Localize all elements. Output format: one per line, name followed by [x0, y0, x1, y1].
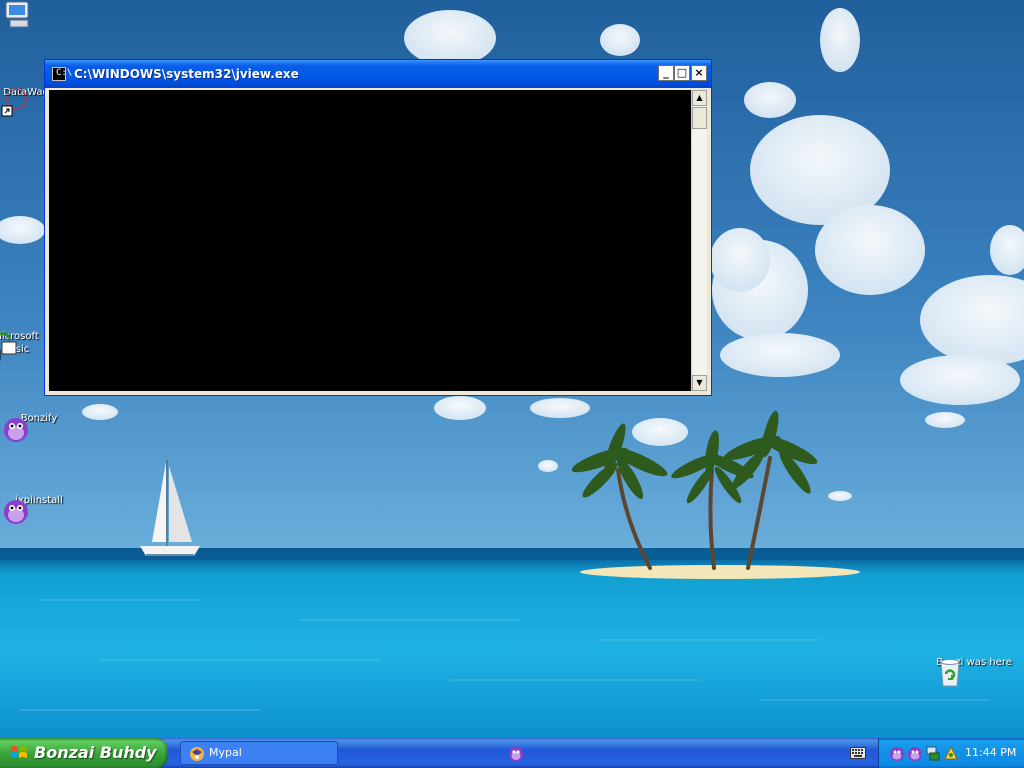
bonzi-gorilla-icon — [4, 500, 28, 524]
scroll-up-button[interactable]: ▲ — [692, 90, 707, 106]
taskbar-item-mypal[interactable]: Mypal — [180, 741, 338, 765]
scroll-thumb[interactable] — [692, 107, 707, 129]
desktop-icon-jxpiinstall[interactable]: jxpiinstall — [0, 494, 78, 524]
start-button[interactable]: Bonzai Buhdy — [0, 738, 168, 768]
console-window[interactable]: C:\ C:\WINDOWS\system32\jview.exe _ □ × … — [44, 59, 712, 396]
taskbar: Bonzai Buhdy Mypal 11:44 PM — [0, 738, 1024, 768]
my-computer-icon — [5, 1, 29, 28]
window-title-bar[interactable]: C:\ C:\WINDOWS\system32\jview.exe _ □ × — [45, 60, 711, 88]
scroll-down-button[interactable]: ▼ — [692, 375, 707, 391]
clock[interactable]: 11:44 PM — [965, 746, 1016, 759]
start-label: Bonzai Buhdy — [34, 743, 157, 762]
taskbar-item-bonzi[interactable] — [501, 741, 529, 765]
desktop-icon-recycle-bin[interactable]: Bonzi was here — [934, 656, 1014, 687]
minimize-button[interactable]: _ — [658, 65, 674, 81]
bonzi-gorilla-icon — [509, 746, 523, 762]
bonzi-gorilla-icon — [4, 418, 28, 442]
bonzi-tray-icon[interactable] — [907, 745, 923, 761]
desktop-icon-bonzify[interactable]: Bonzify — [0, 412, 78, 442]
vertical-scrollbar[interactable]: ▲ ▼ — [691, 90, 707, 391]
keyboard-icon[interactable] — [850, 747, 866, 759]
window-title: C:\WINDOWS\system32\jview.exe — [74, 67, 299, 81]
close-button[interactable]: × — [691, 65, 707, 81]
recycle-bin-icon — [940, 659, 960, 687]
taskbar-item-label: Mypal — [209, 746, 242, 759]
maximize-button[interactable]: □ — [674, 65, 690, 81]
microsoft-basic-shortcut-icon — [0, 332, 17, 361]
mypal-browser-icon — [190, 747, 204, 761]
agent-tray-icon[interactable] — [943, 745, 959, 761]
console-output-area[interactable] — [49, 90, 691, 391]
console-app-icon[interactable]: C:\ — [52, 67, 72, 81]
network-tray-icon[interactable] — [925, 745, 941, 761]
bonzi-tray-icon[interactable] — [889, 745, 905, 761]
datawagon-shortcut-icon — [1, 88, 27, 117]
system-tray: 11:44 PM — [878, 738, 1024, 768]
windows-logo-icon — [11, 746, 27, 758]
